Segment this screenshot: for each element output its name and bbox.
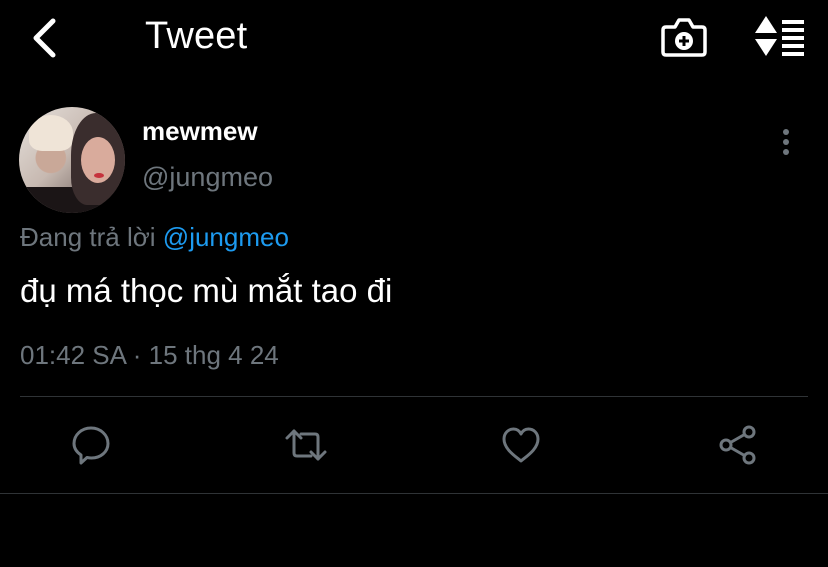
like-button[interactable] xyxy=(499,423,543,467)
author-handle: @jungmeo xyxy=(142,162,273,192)
retweet-icon xyxy=(285,429,327,461)
share-icon xyxy=(719,425,756,465)
divider xyxy=(0,493,828,494)
author-display-name[interactable]: mewmew xyxy=(142,116,258,147)
tweet-timestamp: 01:42 SA · 15 thg 4 24 xyxy=(20,340,279,370)
avatar[interactable] xyxy=(19,107,125,213)
replying-to: Đang trả lời @jungmeo xyxy=(20,222,289,253)
sort-list-icon xyxy=(755,16,804,56)
tweet-text: đụ má thọc mù mắt tao đi xyxy=(20,272,393,309)
camera-button[interactable] xyxy=(660,14,708,60)
reply-prefix: Đang trả lời xyxy=(20,222,156,252)
share-button[interactable] xyxy=(716,423,760,467)
reply-to-link[interactable]: @jungmeo xyxy=(163,222,289,252)
camera-plus-icon xyxy=(661,18,707,57)
more-options-button[interactable] xyxy=(772,126,800,158)
retweet-button[interactable] xyxy=(284,423,328,467)
divider xyxy=(20,396,808,397)
sort-button[interactable] xyxy=(752,14,808,60)
page-title: Tweet xyxy=(145,15,248,57)
back-button[interactable] xyxy=(26,16,66,60)
reply-button[interactable] xyxy=(69,423,113,467)
like-icon xyxy=(502,427,540,463)
reply-icon xyxy=(72,426,110,465)
more-vertical-icon xyxy=(783,129,789,155)
chevron-left-icon xyxy=(33,18,56,58)
top-bar: Tweet xyxy=(0,0,828,78)
